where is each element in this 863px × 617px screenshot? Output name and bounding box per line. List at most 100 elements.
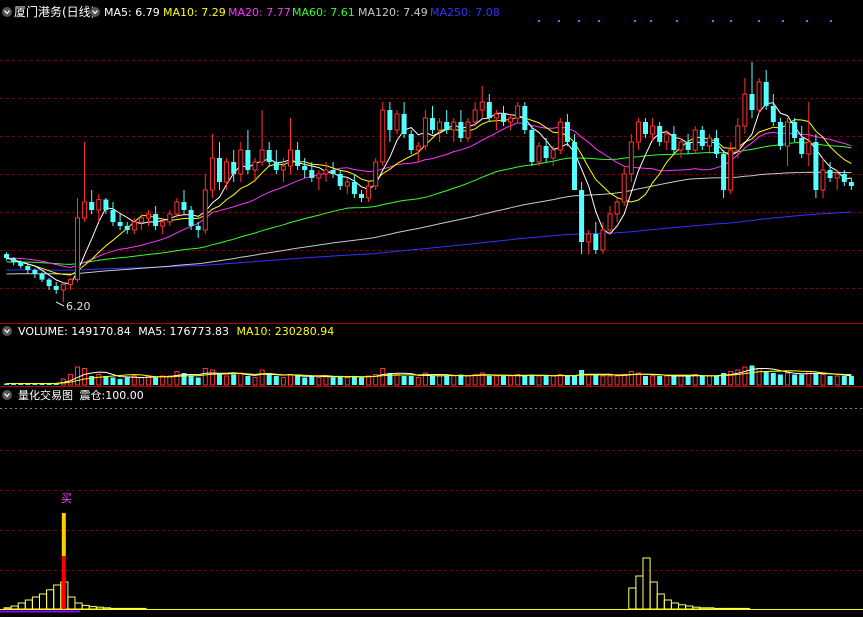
volume-bar xyxy=(259,369,265,386)
volume-bar xyxy=(160,375,166,386)
candle-body xyxy=(685,142,691,150)
quant-bar xyxy=(734,607,743,610)
quant-bar xyxy=(727,607,736,610)
quant-bar xyxy=(81,604,90,610)
candle-body xyxy=(508,117,514,123)
volume-legend-text: VOLUME: 149170.84 MA5: 176773.83 MA10: 2… xyxy=(18,325,334,338)
candle-body xyxy=(209,157,215,191)
buy-marker: 买 xyxy=(61,492,72,505)
main-collapse-icon[interactable] xyxy=(2,7,12,17)
candle-body xyxy=(146,213,151,219)
candle-body xyxy=(18,262,24,266)
volume-bar xyxy=(614,375,620,386)
candle-body xyxy=(579,190,585,242)
candle-body xyxy=(408,134,414,150)
indicator-collapse-icon[interactable] xyxy=(90,7,100,17)
volume-bar xyxy=(777,374,783,385)
volume-bar xyxy=(238,372,244,386)
volume-bar xyxy=(266,374,272,385)
candle-body xyxy=(415,145,421,151)
quant-bar xyxy=(24,599,33,610)
candle-body xyxy=(53,286,59,290)
candle-body xyxy=(472,109,478,123)
candle-body xyxy=(46,279,52,286)
candle-body xyxy=(39,274,45,280)
volume-bar xyxy=(330,377,336,385)
candle-body xyxy=(167,213,173,223)
volume-bar xyxy=(96,374,102,386)
volume-bar xyxy=(749,365,755,385)
candle-body xyxy=(430,118,435,130)
candle-body xyxy=(522,106,528,130)
quant-bar xyxy=(656,593,665,610)
candle-body xyxy=(777,122,783,146)
candle-body xyxy=(692,129,698,151)
volume-bar xyxy=(536,375,542,386)
candle-body xyxy=(309,170,315,178)
moving-average-lines xyxy=(6,102,852,285)
candle-body xyxy=(75,217,80,281)
quant-bar xyxy=(3,607,12,610)
volume-bar xyxy=(600,375,606,386)
candle-body xyxy=(238,149,244,175)
candle-body xyxy=(82,201,88,219)
candle-body xyxy=(316,173,322,179)
candle-body xyxy=(11,258,17,262)
candle-body xyxy=(295,150,301,166)
volume-collapse-icon[interactable] xyxy=(2,326,12,336)
candle-body xyxy=(721,154,727,190)
candle-body xyxy=(202,189,208,231)
candle-body xyxy=(593,234,599,250)
volume-bar xyxy=(344,377,350,386)
candle-body xyxy=(848,182,854,186)
candle-body xyxy=(643,122,648,134)
volume-bar xyxy=(103,376,109,385)
volume-bar xyxy=(799,374,805,385)
top-marker-dot xyxy=(758,20,760,22)
candle-body xyxy=(217,158,222,182)
candle-body xyxy=(834,173,840,179)
volume-bar xyxy=(813,373,819,385)
candle-body xyxy=(742,93,748,127)
volume-bar xyxy=(188,376,194,385)
quant-bar xyxy=(88,606,97,610)
candle-body xyxy=(550,149,556,159)
candle-body xyxy=(486,102,492,118)
candle-body xyxy=(785,121,790,147)
volume-bar xyxy=(643,376,648,385)
quant-bar xyxy=(17,602,26,610)
quant-collapse-icon[interactable] xyxy=(2,390,12,400)
volume-bar xyxy=(486,376,492,385)
volume-bar xyxy=(572,376,577,385)
quant-bar xyxy=(117,607,126,610)
candle-body xyxy=(714,138,719,154)
quant-series xyxy=(0,513,863,613)
candle-body xyxy=(529,130,535,162)
candle-body xyxy=(60,283,66,291)
ma10-legend: MA10: 7.29 xyxy=(163,6,226,19)
volume-bar xyxy=(621,374,627,386)
candle-body xyxy=(600,229,606,251)
volume-bar xyxy=(650,375,656,386)
volume-bar xyxy=(252,377,258,386)
volume-series xyxy=(4,365,854,386)
top-marker-dot xyxy=(730,20,732,22)
quant-legend: 量化交易图 震仓:100.00 xyxy=(2,388,144,402)
candle-body xyxy=(373,161,379,187)
candle-body xyxy=(280,165,286,171)
ma5-legend: MA5: 6.79 xyxy=(104,6,160,19)
volume-bar xyxy=(408,376,414,385)
volume-bar xyxy=(280,377,286,386)
top-marker-dot xyxy=(538,20,540,22)
candle-body xyxy=(501,114,506,122)
volume-bar xyxy=(273,376,279,385)
candle-body xyxy=(515,105,521,119)
candle-body xyxy=(380,109,386,163)
candle-body xyxy=(32,270,38,274)
volume-bar xyxy=(124,377,130,385)
volume-bar xyxy=(465,375,471,386)
volume-bar xyxy=(394,374,400,386)
quant-bar xyxy=(74,602,83,610)
top-dots xyxy=(538,20,832,22)
quant-bar xyxy=(53,584,62,610)
